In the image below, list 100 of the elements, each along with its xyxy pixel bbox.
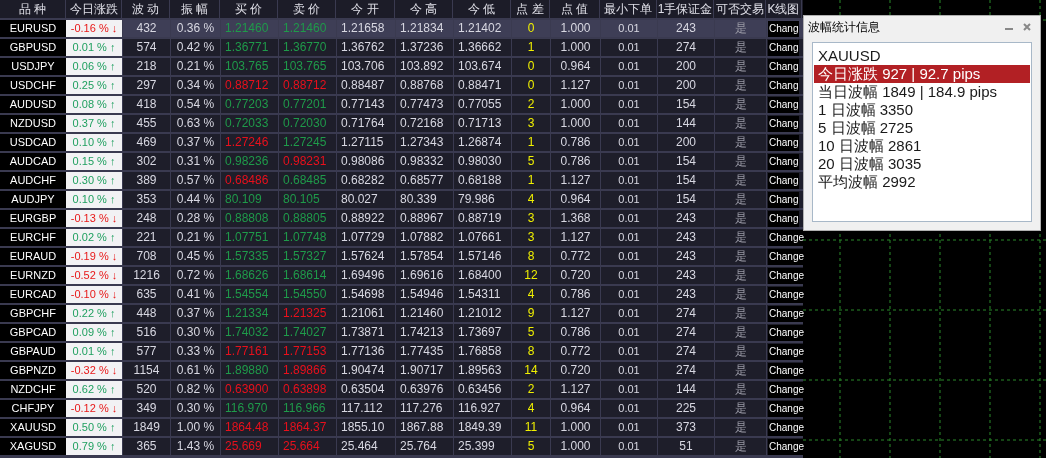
list-item[interactable]: 20 日波幅 3035: [814, 155, 1030, 173]
symbol-cell: GBPNZD: [0, 362, 66, 379]
chart-button[interactable]: Change: [768, 229, 806, 246]
table-cell: 1.68614: [278, 267, 336, 284]
chart-button[interactable]: Change: [768, 343, 806, 360]
chart-button[interactable]: Chang: [768, 172, 800, 189]
list-item[interactable]: 今日涨跌 927 | 92.7 pips: [814, 65, 1030, 83]
table-cell: 0.01: [600, 362, 657, 379]
chart-button[interactable]: Change: [768, 400, 806, 417]
table-cell: 0.01: [600, 39, 657, 56]
chart-button[interactable]: Chang: [768, 210, 800, 227]
chart-button[interactable]: Chang: [768, 115, 800, 132]
table-cell: 418: [122, 96, 170, 113]
table-cell: 1.68626: [220, 267, 278, 284]
table-cell: 0.88712: [278, 77, 336, 94]
table-cell: 0.77201: [278, 96, 336, 113]
table-row[interactable]: GBPCAD 0.09 % ↑ 516 0.30 % 1.74032 1.74027 1.73871 1.74213 1.73697 5 0.786 0.01 274 是 Change: [0, 324, 803, 341]
table-row[interactable]: NZDUSD 0.37 % ↑ 455 0.63 % 0.72033 0.72030 0.71764 0.72168 0.71713 3 1.000 0.01 144 是 Chang: [0, 115, 803, 132]
table-cell: 144: [657, 115, 714, 132]
table-row[interactable]: NZDCHF 0.62 % ↑ 520 0.82 % 0.63900 0.63898 0.63504 0.63976 0.63456 2 1.127 0.01 144 是 Change: [0, 381, 803, 398]
list-item[interactable]: 当日波幅 1849 | 184.9 pips: [814, 83, 1030, 101]
table-cell: 0.41 %: [170, 286, 220, 303]
table-cell: 0.21 %: [170, 229, 220, 246]
table-cell: 154: [657, 172, 714, 189]
table-cell: 1.77435: [395, 343, 453, 360]
change-cell: 0.22 % ↑: [66, 305, 122, 322]
table-row[interactable]: USDCHF 0.25 % ↑ 297 0.34 % 0.88712 0.88712 0.88487 0.88768 0.88471 0 1.127 0.01 200 是 Chang: [0, 77, 803, 94]
table-cell: 0.37 %: [170, 305, 220, 322]
table-cell: 是: [714, 39, 766, 56]
table-cell: 1: [511, 39, 550, 56]
table-row[interactable]: GBPAUD 0.01 % ↑ 577 0.33 % 1.77161 1.77153 1.77136 1.77435 1.76858 8 0.772 0.01 274 是 Change: [0, 343, 803, 360]
table-cell: 1.127: [550, 305, 600, 322]
chart-button[interactable]: Chang: [768, 58, 800, 75]
table-cell: 0.88712: [220, 77, 278, 94]
table-cell: 1.90474: [336, 362, 395, 379]
chart-button[interactable]: Change: [768, 286, 806, 303]
table-cell: 是: [714, 248, 766, 265]
table-cell: 0.786: [550, 134, 600, 151]
table-cell: 4: [511, 191, 550, 208]
table-cell: 0.61 %: [170, 362, 220, 379]
table-cell: 520: [122, 381, 170, 398]
chart-button[interactable]: Chang: [768, 39, 800, 56]
list-item[interactable]: 平均波幅 2992: [814, 173, 1030, 191]
chart-button[interactable]: Change: [768, 438, 806, 455]
chart-button[interactable]: Change: [768, 305, 806, 322]
table-row[interactable]: AUDCAD 0.15 % ↑ 302 0.31 % 0.98236 0.98231 0.98086 0.98332 0.98030 5 0.786 0.01 154 是 Chang: [0, 153, 803, 170]
table-row[interactable]: XAUUSD 0.50 % ↑ 1849 1.00 % 1864.48 1864.37 1855.10 1867.88 1849.39 11 1.000 0.01 373 是 Change: [0, 419, 803, 436]
table-row[interactable]: USDCAD 0.10 % ↑ 469 0.37 % 1.27246 1.27245 1.27115 1.27343 1.26874 1 0.786 0.01 200 是 Chang: [0, 134, 803, 151]
chart-button[interactable]: Chang: [768, 191, 800, 208]
table-row[interactable]: GBPNZD -0.32 % ↓ 1154 0.61 % 1.89880 1.89866 1.90474 1.90717 1.89563 14 0.720 0.01 274 是 Change: [0, 362, 803, 379]
table-row[interactable]: EURNZD -0.52 % ↓ 1216 0.72 % 1.68626 1.68614 1.69496 1.69616 1.68400 12 0.720 0.01 243 是 Change: [0, 267, 803, 284]
chart-button[interactable]: Chang: [768, 134, 800, 151]
chart-button[interactable]: Chang: [768, 77, 800, 94]
chart-button[interactable]: Chang: [768, 96, 800, 113]
chart-button[interactable]: Change: [768, 324, 806, 341]
table-row[interactable]: AUDUSD 0.08 % ↑ 418 0.54 % 0.77203 0.77201 0.77143 0.77473 0.77055 2 1.000 0.01 154 是 Chang: [0, 96, 803, 113]
close-icon[interactable]: [1022, 22, 1032, 32]
chart-button[interactable]: Change: [768, 248, 806, 265]
chart-button[interactable]: Change: [768, 267, 806, 284]
list-item[interactable]: 5 日波幅 2725: [814, 119, 1030, 137]
chart-button[interactable]: Chang: [768, 153, 800, 170]
table-cell: 1.36762: [336, 39, 395, 56]
table-row[interactable]: AUDJPY 0.10 % ↑ 353 0.44 % 80.109 80.105 80.027 80.339 79.986 4 0.964 0.01 154 是 Chang: [0, 191, 803, 208]
table-row[interactable]: EURUSD -0.16 % ↓ 432 0.36 % 1.21460 1.21460 1.21658 1.21834 1.21402 0 1.000 0.01 243 是 Chang: [0, 20, 803, 37]
chart-button[interactable]: Change: [768, 381, 806, 398]
list-item[interactable]: 1 日波幅 3350: [814, 101, 1030, 119]
table-cell: 80.027: [336, 191, 395, 208]
table-cell: 1.69496: [336, 267, 395, 284]
chart-button[interactable]: Change: [768, 362, 806, 379]
table-cell: 0.01: [600, 267, 657, 284]
table-row[interactable]: USDJPY 0.06 % ↑ 218 0.21 % 103.765 103.765 103.706 103.892 103.674 0 0.964 0.01 200 是 Chang: [0, 58, 803, 75]
table-cell: 0.34 %: [170, 77, 220, 94]
symbol-cell: NZDCHF: [0, 381, 66, 398]
table-row[interactable]: AUDCHF 0.30 % ↑ 389 0.57 % 0.68486 0.68485 0.68282 0.68577 0.68188 1 1.127 0.01 154 是 Chang: [0, 172, 803, 189]
table-cell: 577: [122, 343, 170, 360]
table-row[interactable]: GBPCHF 0.22 % ↑ 448 0.37 % 1.21334 1.21325 1.21061 1.21460 1.21012 9 1.127 0.01 274 是 Change: [0, 305, 803, 322]
chart-button[interactable]: Chang: [768, 20, 800, 37]
table-row[interactable]: EURCHF 0.02 % ↑ 221 0.21 % 1.07751 1.07748 1.07729 1.07882 1.07661 3 1.127 0.01 243 是 Change: [0, 229, 803, 246]
table-cell: 3: [511, 210, 550, 227]
table-row[interactable]: EURAUD -0.19 % ↓ 708 0.45 % 1.57335 1.57327 1.57624 1.57854 1.57146 8 0.772 0.01 243 是 Change: [0, 248, 803, 265]
list-item[interactable]: XAUUSD: [814, 47, 1030, 65]
change-cell: -0.16 % ↓: [66, 20, 122, 37]
table-row[interactable]: GBPUSD 0.01 % ↑ 574 0.42 % 1.36771 1.36770 1.36762 1.37236 1.36662 1 1.000 0.01 274 是 Chang: [0, 39, 803, 56]
table-cell: 0.88719: [453, 210, 511, 227]
table-cell: 是: [714, 115, 766, 132]
change-cell: 0.15 % ↑: [66, 153, 122, 170]
table-row[interactable]: EURCAD -0.10 % ↓ 635 0.41 % 1.54554 1.54550 1.54698 1.54946 1.54311 4 0.786 0.01 243 是 Change: [0, 286, 803, 303]
table-cell: 469: [122, 134, 170, 151]
table-row[interactable]: CHFJPY -0.12 % ↓ 349 0.30 % 116.970 116.966 117.112 117.276 116.927 4 0.964 0.01 225 是 Change: [0, 400, 803, 417]
table-row[interactable]: EURGBP -0.13 % ↓ 248 0.28 % 0.88808 0.88805 0.88922 0.88967 0.88719 3 1.368 0.01 243 是 Chang: [0, 210, 803, 227]
table-cell: 0.88808: [220, 210, 278, 227]
symbol-cell: NZDUSD: [0, 115, 66, 132]
table-cell: 1.73871: [336, 324, 395, 341]
chart-button[interactable]: Change: [768, 419, 806, 436]
table-cell: 0.964: [550, 400, 600, 417]
change-cell: 0.06 % ↑: [66, 58, 122, 75]
table-cell: 80.105: [278, 191, 336, 208]
list-item[interactable]: 10 日波幅 2861: [814, 137, 1030, 155]
table-cell: 708: [122, 248, 170, 265]
table-row[interactable]: XAGUSD 0.79 % ↑ 365 1.43 % 25.669 25.664 25.464 25.764 25.399 5 1.000 0.01 51 是 Change: [0, 438, 803, 455]
